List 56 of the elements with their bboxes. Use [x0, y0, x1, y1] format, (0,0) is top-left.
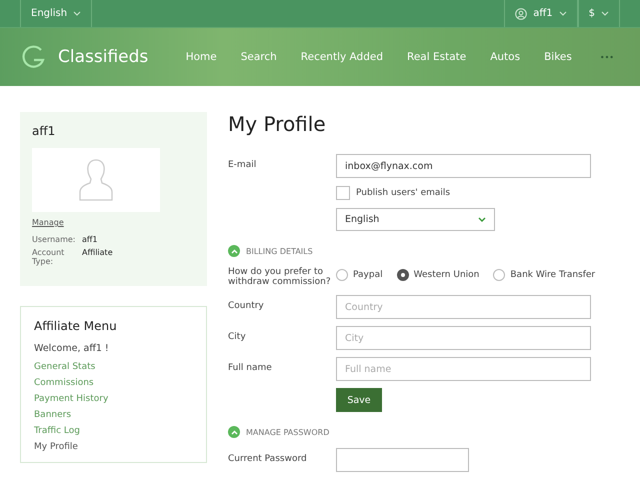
logo-icon — [20, 44, 46, 70]
chevron-down-icon — [478, 217, 486, 222]
detail-label: Account Type: — [32, 248, 66, 266]
field-label: Country — [228, 300, 265, 311]
language-dropdown[interactable]: English — [20, 0, 92, 27]
menu-link[interactable]: Commissions — [34, 378, 193, 388]
chevron-down-icon — [73, 11, 82, 16]
detail-label: Username: — [32, 235, 76, 244]
logo-text: Classifieds — [58, 47, 148, 67]
nav-link[interactable]: Recently Added — [300, 51, 383, 63]
collapse-toggle[interactable] — [228, 245, 240, 257]
profile-name: aff1 — [32, 124, 56, 138]
section-heading: MANAGE PASSWORD — [246, 428, 330, 436]
language-select[interactable]: English — [336, 208, 495, 231]
chevron-up-icon — [230, 248, 238, 254]
nav-link[interactable]: Bikes — [544, 51, 572, 63]
menu-link[interactable]: Banners — [34, 410, 193, 420]
currency-dropdown[interactable]: $ — [578, 0, 620, 27]
field-label: City — [228, 331, 247, 342]
nav-link[interactable]: Autos — [490, 51, 520, 63]
menu-link[interactable]: General Stats — [34, 362, 193, 372]
section-heading: BILLING DETAILS — [246, 246, 313, 256]
person-silhouette-icon — [78, 158, 114, 202]
chevron-down-icon — [558, 11, 567, 16]
email-field[interactable]: inbox@flynax.com — [336, 154, 591, 178]
text-field[interactable]: Full name — [336, 357, 591, 381]
radio-option[interactable]: Bank Wire Transfer — [493, 269, 596, 281]
detail-value: aff1 — [82, 235, 99, 244]
user-icon — [515, 8, 528, 20]
user-dropdown[interactable]: aff1 — [504, 0, 578, 27]
field-label: E-mail — [228, 159, 258, 170]
field-label: Current Password — [228, 453, 308, 464]
text-field[interactable]: Country — [336, 295, 591, 319]
field-label: How do you prefer to withdraw commission? — [228, 267, 332, 287]
nav-link[interactable]: Home — [186, 51, 217, 63]
manage-link[interactable]: Manage — [32, 218, 195, 227]
chevron-up-icon — [230, 430, 238, 434]
radio-option[interactable]: Paypal — [336, 269, 383, 281]
password-field[interactable] — [336, 448, 469, 472]
menu-title: Affiliate Menu — [34, 319, 118, 333]
collapse-toggle[interactable] — [228, 426, 240, 438]
nav-link[interactable]: Real Estate — [407, 51, 466, 63]
field-label: Full name — [228, 362, 273, 373]
detail-value: Affiliate — [82, 248, 114, 257]
menu-link[interactable]: Traffic Log — [34, 426, 193, 436]
menu-link[interactable]: My Profile — [34, 442, 193, 452]
radio-option[interactable]: Western Union — [396, 269, 480, 281]
welcome-text: Welcome, aff1 ! — [34, 343, 110, 354]
save-button[interactable]: Save — [336, 388, 382, 412]
publish-checkbox[interactable]: Publish users' emails — [336, 186, 620, 200]
nav-link[interactable]: Search — [240, 51, 277, 63]
chevron-down-icon — [601, 11, 609, 16]
text-field[interactable]: City — [336, 326, 591, 350]
menu-link[interactable]: Payment History — [34, 394, 193, 404]
page-title: My Profile — [228, 112, 327, 136]
more-menu[interactable]: ••• — [600, 52, 614, 62]
